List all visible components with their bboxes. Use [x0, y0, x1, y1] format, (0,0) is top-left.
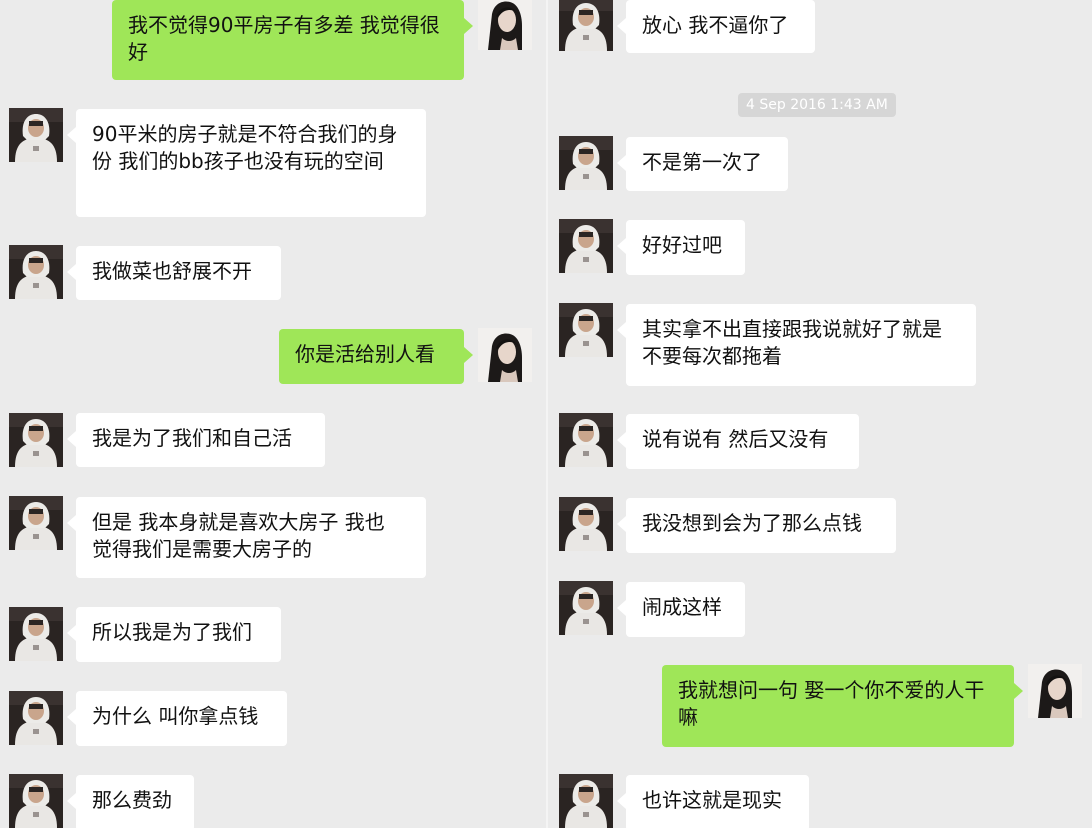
message-bubble-incoming[interactable]: 所以我是为了我们 — [67, 607, 281, 662]
message-bubble-incoming[interactable]: 我做菜也舒展不开 — [67, 246, 281, 300]
male-avatar[interactable] — [9, 691, 63, 745]
male-avatar[interactable] — [9, 774, 63, 828]
message-bubble-incoming[interactable]: 90平米的房子就是不符合我们的身份 我们的bb孩子也没有玩的空间 — [67, 109, 426, 217]
message-bubble-outgoing[interactable]: 我不觉得90平房子有多差 我觉得很好 — [112, 0, 473, 80]
male-avatar[interactable] — [559, 497, 613, 551]
male-avatar[interactable] — [559, 219, 613, 273]
message-bubble-incoming[interactable]: 但是 我本身就是喜欢大房子 我也觉得我们是需要大房子的 — [67, 497, 426, 578]
message-bubble-incoming[interactable]: 好好过吧 — [617, 220, 745, 275]
male-avatar[interactable] — [559, 774, 613, 828]
chat-screenshot-collage: 我不觉得90平房子有多差 我觉得很好 90平米的房子就是不符合我们的身份 我们的… — [0, 0, 1092, 828]
message-bubble-incoming[interactable]: 为什么 叫你拿点钱 — [67, 691, 287, 746]
male-avatar[interactable] — [9, 607, 63, 661]
male-avatar[interactable] — [9, 413, 63, 467]
message-bubble-outgoing[interactable]: 你是活给别人看 — [279, 329, 473, 384]
message-bubble-incoming[interactable]: 说有说有 然后又没有 — [617, 414, 859, 469]
message-bubble-incoming[interactable]: 闹成这样 — [617, 582, 745, 637]
chat-column-left: 我不觉得90平房子有多差 我觉得很好 90平米的房子就是不符合我们的身份 我们的… — [0, 0, 546, 828]
message-bubble-incoming[interactable]: 其实拿不出直接跟我说就好了就是不要每次都拖着 — [617, 304, 976, 386]
message-bubble-incoming[interactable]: 不是第一次了 — [617, 137, 788, 191]
female-avatar[interactable] — [478, 328, 532, 382]
message-bubble-incoming[interactable]: 放心 我不逼你了 — [617, 0, 815, 53]
male-avatar[interactable] — [9, 245, 63, 299]
male-avatar[interactable] — [559, 0, 613, 51]
female-avatar[interactable] — [1028, 664, 1082, 718]
female-avatar[interactable] — [478, 0, 532, 50]
message-bubble-incoming[interactable]: 我没想到会为了那么点钱 — [617, 498, 896, 553]
message-bubble-incoming[interactable]: 我是为了我们和自己活 — [67, 413, 325, 467]
male-avatar[interactable] — [559, 413, 613, 467]
male-avatar[interactable] — [9, 108, 63, 162]
chat-timestamp: 4 Sep 2016 1:43 AM — [738, 93, 896, 117]
message-bubble-outgoing[interactable]: 我就想问一句 娶一个你不爱的人干嘛 — [662, 665, 1023, 747]
chat-column-right: 放心 我不逼你了 4 Sep 2016 1:43 AM 不是第一次了 好好过吧 … — [548, 0, 1092, 828]
message-bubble-incoming[interactable]: 也许这就是现实 — [617, 775, 809, 828]
message-bubble-incoming[interactable]: 那么费劲 — [67, 775, 194, 828]
male-avatar[interactable] — [559, 136, 613, 190]
male-avatar[interactable] — [9, 496, 63, 550]
male-avatar[interactable] — [559, 303, 613, 357]
male-avatar[interactable] — [559, 581, 613, 635]
